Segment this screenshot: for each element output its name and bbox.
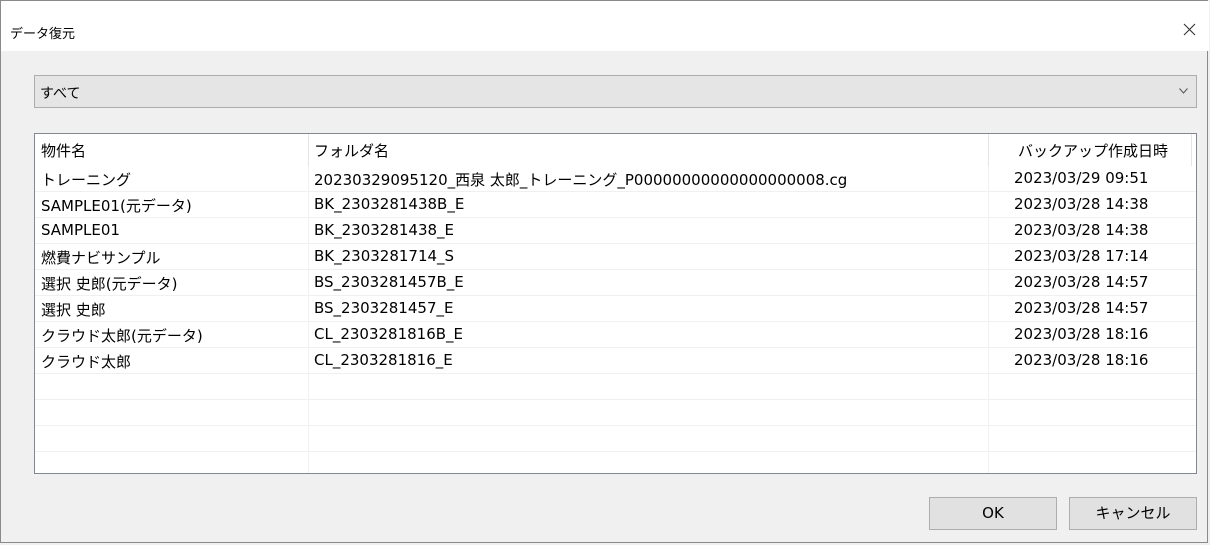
table-row[interactable]: クラウド太郎 CL_2303281816_E 2023/03/28 18:16 [35, 348, 1196, 374]
table-row[interactable]: 選択 史郎(元データ) BS_2303281457B_E 2023/03/28 … [35, 270, 1196, 296]
cell-property-name: SAMPLE01(元データ) [41, 197, 192, 215]
cell-backup-date: 2023/03/28 18:16 [1014, 325, 1149, 343]
cell-property-name: トレーニング [41, 171, 132, 189]
cell-backup-date: 2023/03/28 14:38 [1014, 221, 1149, 239]
cell-backup-date: 2023/03/28 18:16 [1014, 351, 1149, 369]
table-row[interactable]: トレーニング 20230329095120_西泉 太郎_トレーニング_P0000… [35, 166, 1196, 192]
table-row[interactable]: SAMPLE01 BK_2303281438_E 2023/03/28 14:3… [35, 218, 1196, 244]
cell-property-name: クラウド太郎(元データ) [41, 327, 203, 345]
column-header-folder-name[interactable]: フォルダ名 [314, 140, 389, 161]
empty-row [35, 400, 1196, 426]
cell-property-name: 選択 史郎(元データ) [41, 275, 178, 293]
cell-backup-date: 2023/03/28 14:38 [1014, 195, 1149, 213]
cell-property-name: SAMPLE01 [41, 221, 120, 239]
table-row[interactable]: 燃費ナビサンプル BK_2303281714_S 2023/03/28 17:1… [35, 244, 1196, 270]
cell-folder-name: BK_2303281438_E [314, 221, 455, 239]
column-divider[interactable] [1191, 134, 1192, 166]
column-divider[interactable] [308, 134, 309, 166]
column-header-backup-date[interactable]: バックアップ作成日時 [1018, 140, 1168, 161]
cell-backup-date: 2023/03/29 09:51 [1014, 169, 1149, 187]
cell-backup-date: 2023/03/28 17:14 [1014, 247, 1149, 265]
table-row[interactable]: クラウド太郎(元データ) CL_2303281816B_E 2023/03/28… [35, 322, 1196, 348]
cell-backup-date: 2023/03/28 14:57 [1014, 299, 1149, 317]
close-icon [1183, 23, 1196, 36]
table-row[interactable]: SAMPLE01(元データ) BK_2303281438B_E 2023/03/… [35, 192, 1196, 218]
empty-row [35, 374, 1196, 400]
filter-selected-value: すべて [40, 86, 81, 102]
backup-list[interactable]: 物件名 フォルダ名 バックアップ作成日時 トレーニング 202303290951… [34, 133, 1197, 474]
cell-backup-date: 2023/03/28 14:57 [1014, 273, 1149, 291]
cell-folder-name: CL_2303281816_E [314, 351, 453, 369]
empty-row [35, 426, 1196, 452]
column-divider[interactable] [988, 134, 989, 166]
cell-folder-name: BS_2303281457B_E [314, 273, 464, 291]
title-bar: データ復元 [1, 1, 1209, 51]
chevron-down-icon [1179, 88, 1188, 94]
cell-property-name: 選択 史郎 [41, 301, 106, 319]
ok-button[interactable]: OK [929, 497, 1057, 530]
table-row[interactable]: 選択 史郎 BS_2303281457_E 2023/03/28 14:57 [35, 296, 1196, 322]
close-button[interactable] [1169, 13, 1209, 49]
filter-dropdown[interactable]: すべて [34, 75, 1197, 108]
cell-folder-name: BK_2303281438B_E [314, 195, 465, 213]
cell-property-name: 燃費ナビサンプル [41, 249, 161, 267]
cell-folder-name: CL_2303281816B_E [314, 325, 464, 343]
cell-property-name: クラウド太郎 [41, 353, 132, 371]
cancel-button[interactable]: キャンセル [1069, 497, 1197, 530]
cell-folder-name: BK_2303281714_S [314, 247, 455, 265]
list-header: 物件名 フォルダ名 バックアップ作成日時 [35, 134, 1196, 166]
column-header-property-name[interactable]: 物件名 [41, 140, 86, 161]
empty-row [35, 452, 1196, 473]
dialog-title: データ復元 [10, 27, 76, 42]
data-restore-dialog: データ復元 すべて 物件名 フォルダ名 バックアップ作成日時 トレーニング 20… [0, 0, 1209, 543]
cell-folder-name: 20230329095120_西泉 太郎_トレーニング_P00000000000… [314, 171, 848, 189]
cell-folder-name: BS_2303281457_E [314, 299, 454, 317]
